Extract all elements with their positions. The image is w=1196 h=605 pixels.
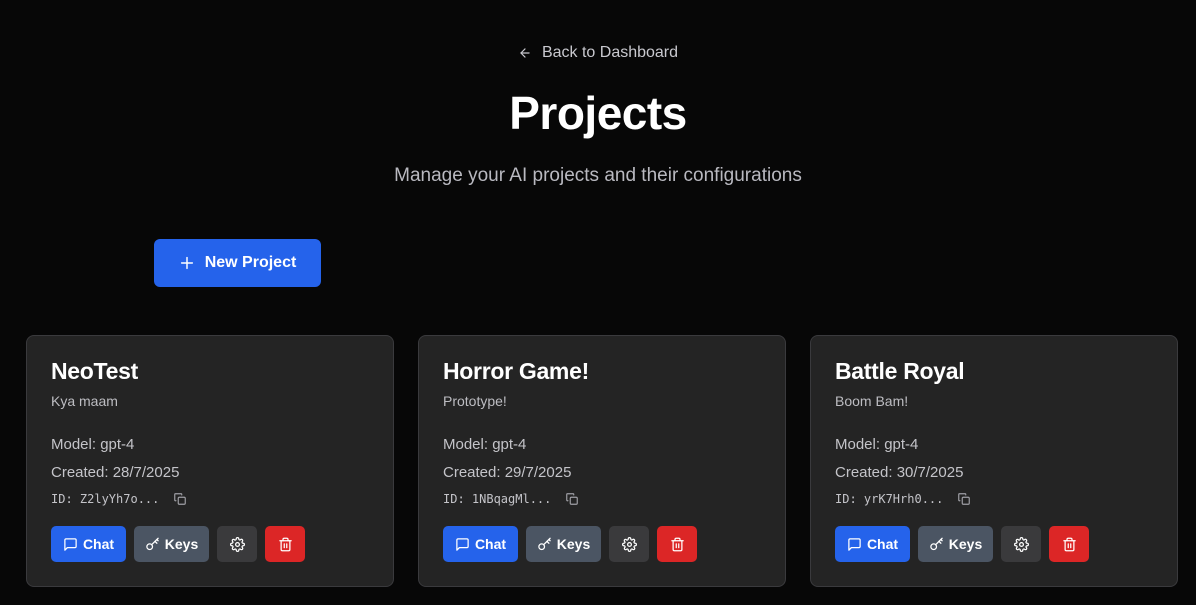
chat-button-label: Chat — [474, 536, 507, 552]
copy-icon[interactable] — [957, 492, 971, 506]
project-name: Horror Game! — [443, 358, 589, 384]
copy-icon[interactable] — [173, 492, 187, 506]
key-icon — [538, 537, 551, 550]
copy-icon[interactable] — [565, 492, 579, 506]
chat-button[interactable]: Chat — [51, 526, 126, 562]
keys-button-label: Keys — [164, 536, 199, 552]
chat-button-label: Chat — [82, 536, 115, 552]
plus-icon — [180, 256, 193, 270]
project-model: Model: gpt-4 — [835, 436, 919, 453]
back-to-dashboard-link[interactable]: Back to Dashboard — [0, 44, 1196, 62]
trash-icon — [278, 537, 292, 551]
project-description: Boom Bam! — [835, 393, 909, 409]
project-model: Model: gpt-4 — [51, 436, 135, 453]
arrow-left-icon — [520, 48, 530, 58]
settings-button[interactable] — [609, 526, 649, 562]
keys-button[interactable]: Keys — [918, 526, 993, 562]
keys-button[interactable]: Keys — [526, 526, 601, 562]
project-created: Created: 29/7/2025 — [443, 464, 572, 481]
project-description: Prototype! — [443, 393, 507, 409]
keys-button[interactable]: Keys — [134, 526, 209, 562]
chat-button[interactable]: Chat — [443, 526, 518, 562]
project-description: Kya maam — [51, 393, 118, 409]
delete-button[interactable] — [265, 526, 305, 562]
page-title: Projects — [509, 87, 687, 139]
project-card: Battle Royal Boom Bam! Model: gpt-4 Crea… — [810, 335, 1178, 587]
new-project-label: New Project — [204, 254, 297, 271]
project-id-row: ID: Z2lyYh7o... — [51, 492, 187, 506]
project-id: ID: Z2lyYh7o... — [51, 492, 160, 506]
project-actions: Chat Keys — [443, 526, 697, 562]
back-link-label: Back to Dashboard — [541, 44, 679, 61]
trash-icon — [670, 537, 684, 551]
trash-icon — [1062, 537, 1076, 551]
key-icon — [146, 537, 159, 550]
project-card: Horror Game! Prototype! Model: gpt-4 Cre… — [418, 335, 786, 587]
settings-button[interactable] — [1001, 526, 1041, 562]
project-model: Model: gpt-4 — [443, 436, 527, 453]
message-square-icon — [64, 537, 77, 551]
new-project-button[interactable]: New Project — [154, 239, 321, 287]
keys-button-label: Keys — [556, 536, 591, 552]
project-name: Battle Royal — [835, 358, 965, 384]
project-id-row: ID: yrK7Hrh0... — [835, 492, 971, 506]
project-created: Created: 28/7/2025 — [51, 464, 180, 481]
key-icon — [930, 537, 943, 550]
message-square-icon — [456, 537, 469, 551]
project-id: ID: yrK7Hrh0... — [835, 492, 944, 506]
gear-icon — [229, 536, 245, 552]
project-created: Created: 30/7/2025 — [835, 464, 964, 481]
delete-button[interactable] — [1049, 526, 1089, 562]
delete-button[interactable] — [657, 526, 697, 562]
project-actions: Chat Keys — [51, 526, 305, 562]
chat-button-label: Chat — [866, 536, 899, 552]
project-id-row: ID: 1NBqagMl... — [443, 492, 579, 506]
gear-icon — [621, 536, 637, 552]
chat-button[interactable]: Chat — [835, 526, 910, 562]
keys-button-label: Keys — [948, 536, 983, 552]
project-name: NeoTest — [51, 358, 138, 384]
project-card: NeoTest Kya maam Model: gpt-4 Created: 2… — [26, 335, 394, 587]
projects-page: Back to Dashboard Projects Manage your A… — [0, 0, 1196, 605]
project-actions: Chat Keys — [835, 526, 1089, 562]
project-id: ID: 1NBqagMl... — [443, 492, 552, 506]
gear-icon — [1013, 536, 1029, 552]
page-subtitle: Manage your AI projects and their config… — [394, 165, 802, 186]
settings-button[interactable] — [217, 526, 257, 562]
message-square-icon — [848, 537, 861, 551]
